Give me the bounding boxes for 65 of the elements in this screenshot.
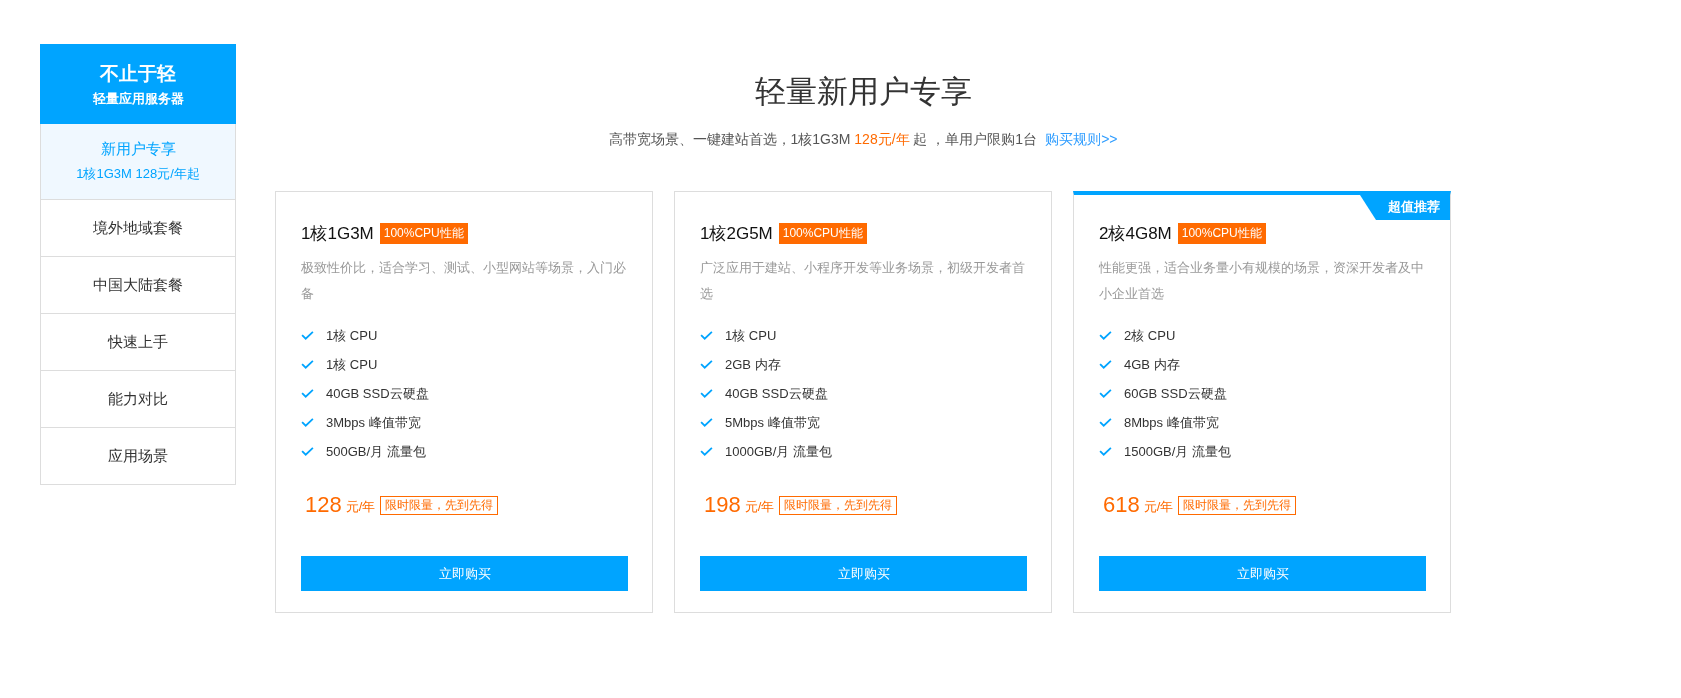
price-unit: 元/年 [1143,497,1174,516]
check-icon [1099,360,1112,369]
price-unit: 元/年 [345,497,376,516]
promo-tag: 限时限量，先到先得 [380,495,499,515]
price-unit: 元/年 [744,497,775,516]
feature-text: 500GB/月 流量包 [326,442,426,461]
price: 618 [1103,492,1140,518]
feature-text: 5Mbps 峰值带宽 [725,413,820,432]
section-subtitle: 高带宽场景、一键建站首选，1核1G3M 128元/年 起 ，单用户限购1台 [608,131,1038,149]
section-heading: 轻量新用户专享 [754,73,972,111]
sidebar-item-label: 能力对比 [108,389,168,409]
promo-tag: 限时限量，先到先得 [779,495,898,515]
feature-text: 40GB SSD云硬盘 [326,384,429,403]
check-icon [700,447,713,456]
check-icon [1099,418,1112,427]
sidebar-item-label: 中国大陆套餐 [93,275,183,295]
check-icon [301,447,314,456]
sidebar-title: 不止于轻 [100,61,176,86]
check-icon [1099,389,1112,398]
price: 128 [305,492,342,518]
feature-text: 4GB 内存 [1124,355,1180,374]
sidebar-item-label: 快速上手 [108,332,168,352]
plan-name: 2核4G8M [1099,223,1172,245]
feature-text: 1核 CPU [326,355,378,374]
sidebar-subtitle: 轻量应用服务器 [92,89,184,108]
check-icon [301,389,314,398]
sidebar-item[interactable]: 应用场景 [40,428,236,485]
check-icon [1099,447,1112,456]
feature-text: 1核 CPU [326,326,378,345]
cpu-tag: 100%CPU性能 [1177,223,1266,244]
check-icon [301,360,314,369]
plan-name: 1核1G3M [301,223,374,245]
sidebar-item[interactable]: 境外地域套餐 [40,200,236,257]
check-icon [301,418,314,427]
plan-description: 极致性价比，适合学习、测试、小型网站等场景，入门必备 [301,259,627,303]
feature-text: 2GB 内存 [725,355,781,374]
feature-text: 1000GB/月 流量包 [725,442,832,461]
feature-text: 40GB SSD云硬盘 [725,384,828,403]
feature-text: 8Mbps 峰值带宽 [1124,413,1219,432]
plan-name: 1核2G5M [700,223,773,245]
price: 198 [704,492,741,518]
feature-text: 3Mbps 峰值带宽 [326,413,421,432]
sidebar-item-subtitle: 1核1G3M 128元/年起 [76,165,200,183]
sidebar-item[interactable]: 快速上手 [40,314,236,371]
sidebar-item-label: 应用场景 [108,446,168,466]
check-icon [301,331,314,340]
cpu-tag: 100%CPU性能 [379,223,468,244]
check-icon [700,389,713,398]
plan-description: 广泛应用于建站、小程序开发等业务场景，初级开发者首选 [700,259,1026,303]
check-icon [700,331,713,340]
check-icon [700,418,713,427]
sidebar-item[interactable]: 能力对比 [40,371,236,428]
sidebar-item-label: 境外地域套餐 [93,218,183,238]
promo-tag: 限时限量，先到先得 [1178,495,1297,515]
feature-text: 1500GB/月 流量包 [1124,442,1231,461]
sidebar-item-label: 新用户专享 [100,140,176,159]
check-icon [700,360,713,369]
feature-text: 2核 CPU [1124,326,1176,345]
feature-text: 1核 CPU [725,326,777,345]
cpu-tag: 100%CPU性能 [778,223,867,244]
plan-description: 性能更强，适合业务量小有规模的场景，资深开发者及中小企业首选 [1099,259,1425,303]
check-icon [1099,331,1112,340]
feature-text: 60GB SSD云硬盘 [1124,384,1227,403]
sidebar-item[interactable]: 中国大陆套餐 [40,257,236,314]
recommended-ribbon: 超值推荐 [1360,195,1450,220]
